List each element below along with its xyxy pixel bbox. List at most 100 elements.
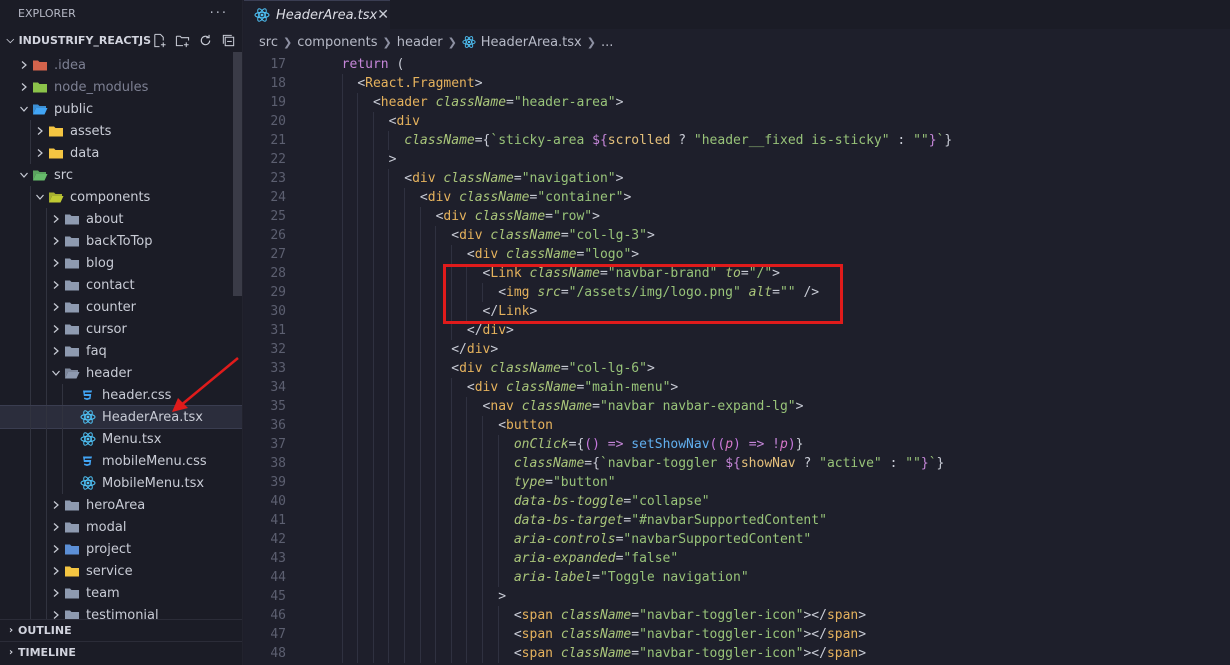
indent-guide: [435, 492, 437, 511]
indent-guide: [388, 226, 390, 245]
indent-guide: [372, 169, 374, 188]
breadcrumb-src[interactable]: src: [259, 35, 278, 50]
tree-folder[interactable]: data: [0, 142, 242, 164]
indent-guide: [46, 252, 47, 274]
indent-guide: [466, 283, 468, 302]
tree-folder[interactable]: .idea: [0, 54, 242, 76]
indent-guide: [388, 587, 390, 606]
code-token: ={: [474, 133, 491, 148]
indent-guide: [357, 283, 359, 302]
code-token: "logo": [584, 247, 632, 262]
tree-file[interactable]: mobileMenu.css: [0, 450, 242, 472]
tree-folder[interactable]: contact: [0, 274, 242, 296]
indent-guide: [482, 492, 483, 511]
chevron-right-icon: ›: [8, 625, 14, 636]
tree-item-label: heroArea: [86, 497, 146, 513]
indent-guide: [388, 454, 390, 473]
indent-guide: [435, 511, 437, 530]
code-text: data-bs-target="#navbarSupportedContent": [286, 511, 827, 530]
tree-folder[interactable]: public: [0, 98, 242, 120]
code-text: aria-label="Toggle navigation": [286, 568, 749, 587]
breadcrumb-file[interactable]: HeaderArea.tsx: [481, 35, 582, 50]
tree-folder[interactable]: node_modules: [0, 76, 242, 98]
indent-guide: [357, 435, 359, 454]
code-token: "header-area": [513, 95, 616, 110]
tree-folder[interactable]: blog: [0, 252, 242, 274]
tree-folder[interactable]: header: [0, 362, 242, 384]
code-token: >: [592, 209, 600, 224]
tree-folder[interactable]: counter: [0, 296, 242, 318]
indent-guide: [62, 384, 63, 406]
indent-guide: [450, 378, 452, 397]
indent-guide: [357, 150, 359, 169]
tree-folder[interactable]: heroArea: [0, 494, 242, 516]
code-token: className: [490, 361, 561, 376]
chevron-right-icon: [48, 280, 64, 290]
indent-guide: [450, 454, 452, 473]
tree-folder[interactable]: components: [0, 186, 242, 208]
indent-guide: [482, 416, 483, 435]
folder-icon: [64, 277, 80, 293]
node-folder-icon: [32, 79, 48, 95]
code-text: <React.Fragment>: [286, 74, 483, 93]
indent-guide: [435, 568, 437, 587]
indent-guide: [372, 416, 374, 435]
tree-folder[interactable]: cursor: [0, 318, 242, 340]
tree-file[interactable]: MobileMenu.tsx: [0, 472, 242, 494]
indent-guide: [357, 188, 359, 207]
chevron-right-icon: [48, 236, 64, 246]
code-token: p: [725, 437, 734, 452]
code-token: =: [506, 95, 514, 110]
tab-headerarea[interactable]: HeaderArea.tsx ✕: [244, 0, 390, 29]
indent-guide: [341, 530, 343, 549]
tree-folder[interactable]: modal: [0, 516, 242, 538]
tree-folder[interactable]: service: [0, 560, 242, 582]
tree-folder[interactable]: backToTop: [0, 230, 242, 252]
indent-guide: [450, 625, 452, 644]
collapse-all-icon[interactable]: [220, 33, 236, 49]
line-number: 20: [270, 114, 286, 129]
tree-folder[interactable]: about: [0, 208, 242, 230]
indent-guide: [372, 264, 374, 283]
breadcrumb-components[interactable]: components: [297, 35, 377, 50]
indent-guide: [404, 283, 405, 302]
tree-folder[interactable]: project: [0, 538, 242, 560]
breadcrumb-header[interactable]: header: [397, 35, 443, 50]
indent-guide: [372, 454, 374, 473]
tree-file[interactable]: header.css: [0, 384, 242, 406]
tree-item-label: backToTop: [86, 233, 153, 249]
refresh-icon[interactable]: [197, 33, 213, 49]
code-area[interactable]: 17 return (18 <React.Fragment> 19 <header…: [244, 55, 1230, 665]
new-folder-icon[interactable]: [174, 33, 190, 49]
code-line: 31 </div>: [244, 321, 1230, 340]
indent-guide: [497, 606, 499, 625]
react-file-icon: [80, 431, 96, 447]
timeline-panel-header[interactable]: › TIMELINE: [0, 641, 242, 663]
new-file-icon[interactable]: [151, 33, 167, 49]
sidebar-scrollbar[interactable]: [233, 52, 242, 296]
tree-folder[interactable]: assets: [0, 120, 242, 142]
line-number: 26: [270, 228, 286, 243]
indent-guide: [341, 188, 343, 207]
indent-guide: [357, 378, 359, 397]
close-icon[interactable]: ✕: [377, 7, 389, 23]
tree-folder[interactable]: src: [0, 164, 242, 186]
more-actions-icon[interactable]: ···: [210, 6, 228, 21]
indent-guide: [482, 625, 483, 644]
tree-item-label: blog: [86, 255, 115, 271]
breadcrumb-symbol[interactable]: ...: [601, 35, 613, 50]
indent-guide: [404, 378, 405, 397]
line-number: 47: [270, 627, 286, 642]
tree-folder[interactable]: team: [0, 582, 242, 604]
workspace-header[interactable]: ⌵ INDUSTRIFY_REACTJS: [0, 27, 242, 54]
code-text: onClick={() => setShowNav((p) => !p)}: [286, 435, 803, 454]
code-token: "navigation": [521, 171, 616, 186]
outline-panel-header[interactable]: › OUTLINE: [0, 619, 242, 641]
tree-file[interactable]: HeaderArea.tsx: [0, 405, 242, 429]
tree-file[interactable]: Menu.tsx: [0, 428, 242, 450]
tree-folder[interactable]: faq: [0, 340, 242, 362]
code-token: className: [443, 171, 514, 186]
indent-guide: [341, 169, 343, 188]
